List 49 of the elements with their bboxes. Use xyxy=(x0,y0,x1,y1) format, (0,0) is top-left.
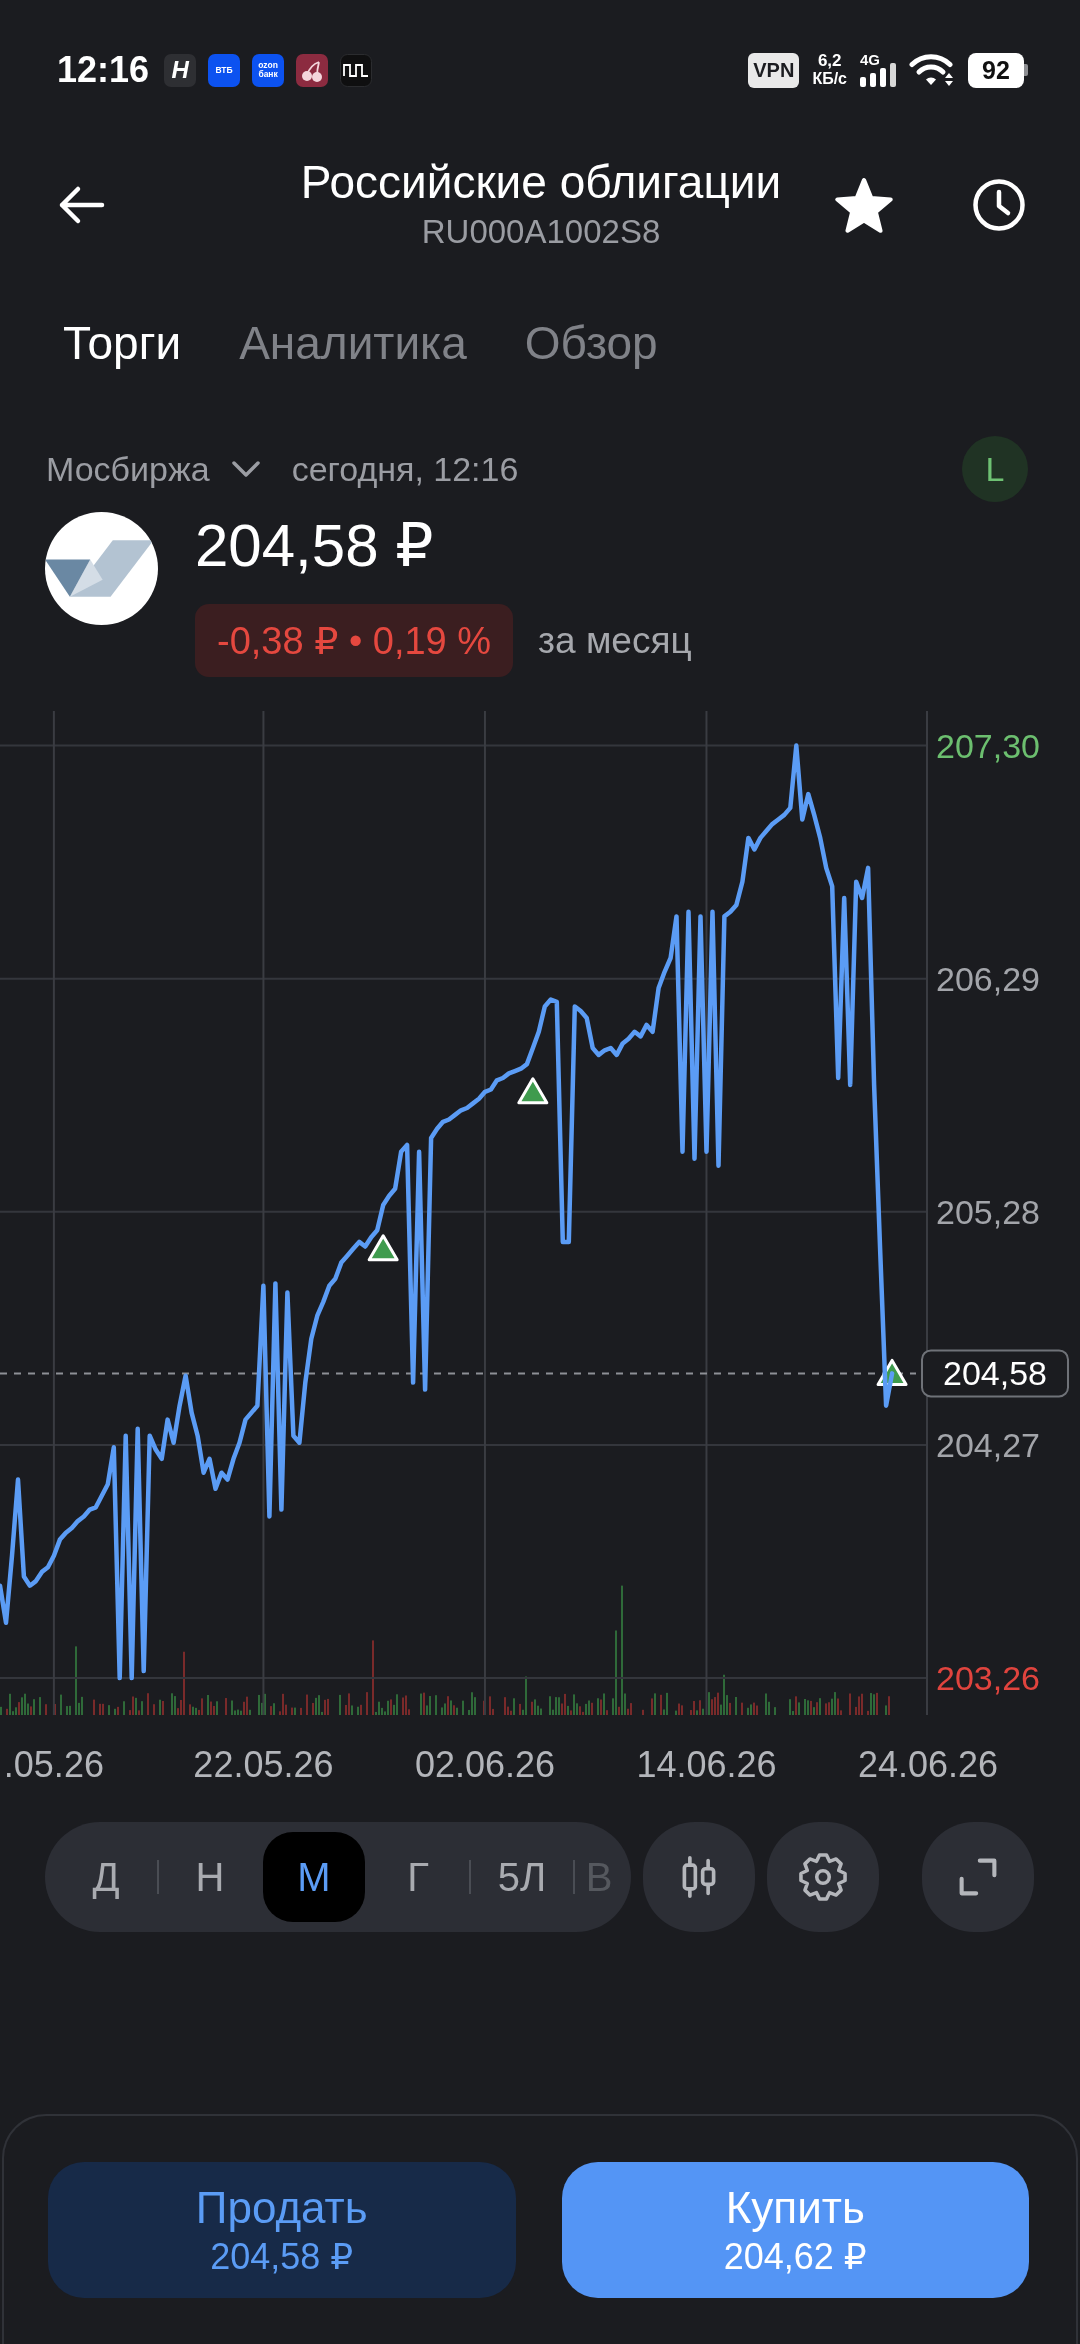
date-axis-label: 22.05.26 xyxy=(193,1744,334,1785)
screen-subtitle: RU000A1002S8 xyxy=(421,212,661,252)
app-icon xyxy=(296,53,329,87)
network-type: 4G xyxy=(860,53,881,67)
price-axis-label: 205,28 xyxy=(936,1192,1040,1231)
date-axis-label: .05.26 xyxy=(3,1744,104,1785)
logo-icon xyxy=(45,512,158,625)
current-price: 204,58 ₽ xyxy=(195,512,435,580)
back-arrow-icon xyxy=(57,185,105,225)
period-tab[interactable]: Г xyxy=(367,1832,469,1922)
signal-icon xyxy=(860,63,896,87)
price-axis-label: 206,29 xyxy=(936,959,1040,998)
period-tab[interactable]: Д xyxy=(55,1832,157,1922)
price-axis-label: 207,30 xyxy=(936,726,1040,765)
price-axis-label: 204,27 xyxy=(936,1425,1040,1464)
date-axis-label: 14.06.26 xyxy=(636,1744,777,1785)
app-icon xyxy=(340,53,373,87)
date-axis-label: 24.06.26 xyxy=(857,1744,999,1785)
speed-value: 6,2 xyxy=(817,52,842,70)
status-badge: L xyxy=(962,436,1028,502)
period-tab[interactable]: Н xyxy=(159,1832,261,1922)
clock-icon xyxy=(973,179,1025,231)
exchange-dropdown[interactable]: Мосбиржа xyxy=(46,449,260,489)
app-icon: ВТБ xyxy=(208,53,241,87)
sell-button[interactable]: Продать 204,58 ₽ xyxy=(48,2162,516,2298)
period-tab[interactable]: 5Л xyxy=(471,1832,573,1922)
update-time: сегодня, 12:16 xyxy=(291,449,519,489)
tab[interactable]: Обзор xyxy=(524,315,658,370)
settings-icon xyxy=(798,1852,848,1902)
screen-title: Российские облигации xyxy=(300,158,782,206)
chevron-down-icon xyxy=(231,461,260,477)
price-change: -0,38 ₽ • 0,19 % xyxy=(195,604,514,677)
vpn-badge: VPN xyxy=(748,52,800,88)
tab[interactable]: Торги xyxy=(63,315,182,370)
battery-indicator: 92 xyxy=(968,52,1028,88)
app-icon: H xyxy=(164,53,197,87)
period-tab[interactable]: М xyxy=(263,1832,365,1922)
app-icon: ozon банк xyxy=(252,53,285,87)
price-axis-label: 203,26 xyxy=(936,1659,1040,1698)
date-axis-label: 02.06.26 xyxy=(414,1744,556,1785)
expand-icon xyxy=(958,1857,998,1897)
buy-button[interactable]: Купить 204,62 ₽ xyxy=(561,2162,1029,2298)
current-price-tag: 204,58 xyxy=(921,1349,1069,1398)
change-period: за месяц xyxy=(538,619,692,662)
wifi-icon xyxy=(909,53,955,87)
status-time: 12:16 xyxy=(57,49,150,91)
tab[interactable]: Аналитика xyxy=(239,315,467,370)
ref-line-label: 204,58 xyxy=(943,1354,1047,1393)
speed-unit: КБ/с xyxy=(812,70,847,88)
